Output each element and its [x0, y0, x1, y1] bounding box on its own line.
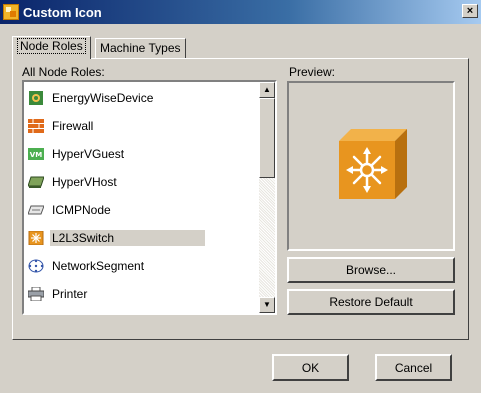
list-item-label: HyperVHost — [52, 175, 117, 189]
icmp-node-icon — [27, 203, 45, 217]
list-item-label: Firewall — [52, 119, 94, 133]
l2l3-switch-cube-icon — [333, 127, 411, 208]
svg-text:VM: VM — [30, 151, 42, 159]
printer-icon — [27, 286, 45, 302]
node-roles-list[interactable]: EnergyWiseDevice Firewall VM HyperVGuest… — [22, 80, 277, 315]
list-item[interactable]: ICMPNode — [26, 200, 113, 220]
energywise-icon — [28, 91, 44, 105]
tab-label: Node Roles — [17, 38, 86, 54]
list-item-label: EnergyWiseDevice — [52, 91, 154, 105]
list-scrollbar[interactable]: ▲ ▼ — [259, 82, 275, 313]
list-item[interactable]: NetworkSegment — [26, 256, 146, 276]
scroll-down-button[interactable]: ▼ — [259, 297, 275, 313]
preview-panel — [287, 81, 455, 251]
list-item[interactable]: HyperVHost — [26, 172, 119, 192]
window-title: Custom Icon — [23, 4, 102, 20]
list-item[interactable]: Firewall — [26, 116, 95, 136]
app-icon — [3, 4, 19, 20]
switch-icon — [28, 230, 44, 246]
tab-node-roles[interactable]: Node Roles — [12, 36, 91, 59]
all-node-roles-label: All Node Roles: — [22, 65, 105, 79]
scroll-up-button[interactable]: ▲ — [259, 82, 275, 98]
list-item[interactable]: EnergyWiseDevice — [26, 88, 155, 108]
network-segment-icon — [28, 259, 44, 273]
list-item-label: L2L3Switch — [50, 230, 205, 246]
tab-label: Machine Types — [100, 41, 181, 55]
preview-label: Preview: — [289, 65, 336, 79]
title-bar: Custom Icon × — [0, 0, 481, 24]
firewall-icon — [28, 119, 44, 133]
list-item-label: Printer — [52, 287, 88, 301]
list-item-label: HyperVGuest — [52, 147, 125, 161]
ok-button[interactable]: OK — [272, 354, 349, 381]
list-item-label: NetworkSegment — [52, 259, 145, 273]
scroll-thumb[interactable] — [259, 98, 275, 178]
host-icon — [27, 175, 45, 189]
list-item-selected[interactable]: L2L3Switch — [26, 228, 208, 248]
browse-button[interactable]: Browse... — [287, 257, 455, 283]
cancel-button[interactable]: Cancel — [375, 354, 452, 381]
list-item[interactable]: VM HyperVGuest — [26, 144, 126, 164]
close-button[interactable]: × — [462, 4, 478, 18]
list-item-label: ICMPNode — [52, 203, 111, 217]
list-item[interactable]: Printer — [26, 284, 89, 304]
vm-icon: VM — [28, 147, 44, 161]
tab-machine-types[interactable]: Machine Types — [95, 38, 186, 58]
restore-default-button[interactable]: Restore Default — [287, 289, 455, 315]
